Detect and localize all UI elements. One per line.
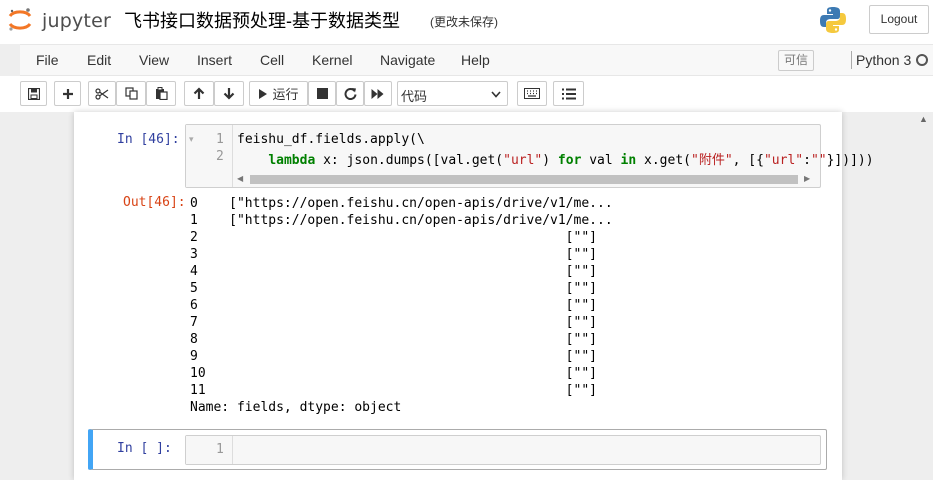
move-up-button[interactable] — [184, 81, 214, 106]
copy-icon — [124, 87, 138, 100]
line-number: 1 — [216, 442, 224, 457]
arrow-up-icon — [193, 87, 205, 99]
output-line: 0 ["https://open.feishu.cn/open-apis/dri… — [190, 196, 613, 211]
save-status: (更改未保存) — [430, 15, 498, 29]
copy-button[interactable] — [116, 81, 146, 106]
keyboard-icon — [524, 88, 540, 99]
output-line: 8 [""] — [190, 332, 597, 347]
python-logo-icon — [818, 5, 848, 35]
run-button[interactable]: 运行 — [249, 81, 308, 106]
trusted-indicator[interactable]: 可信 — [778, 50, 815, 71]
stop-icon — [316, 88, 328, 99]
save-button[interactable] — [20, 81, 47, 106]
logout-button[interactable]: Logout — [869, 5, 929, 34]
input-prompt: In [ ]: — [117, 441, 172, 456]
output-line: 7 [""] — [190, 315, 597, 330]
command-palette-button[interactable] — [517, 81, 547, 106]
toc-button[interactable] — [553, 81, 584, 106]
interrupt-button[interactable] — [308, 81, 336, 106]
list-icon — [561, 88, 576, 99]
output-line: 6 [""] — [190, 298, 597, 313]
chevron-down-icon — [491, 91, 501, 98]
line-number: 2 — [216, 149, 224, 164]
menu-kernel[interactable]: Kernel — [312, 52, 352, 68]
output-line: 10 [""] — [190, 366, 597, 381]
menubar: File Edit View Insert Cell Kernel Naviga… — [20, 44, 933, 76]
horizontal-scrollbar[interactable]: ◀ ▶ — [233, 172, 821, 186]
code-cell-editor[interactable]: ▾ 1 2 feishu_df.fields.apply(\ lambda x:… — [185, 124, 874, 188]
scissors-icon — [95, 87, 109, 100]
output-line: 11 [""] — [190, 383, 597, 398]
line-number: 1 — [216, 132, 224, 147]
restart-button[interactable] — [336, 81, 364, 106]
menu-view[interactable]: View — [139, 52, 169, 68]
jupyter-logo-icon — [8, 8, 32, 31]
scroll-up-arrow-icon[interactable]: ▲ — [919, 114, 928, 124]
cell-type-select[interactable]: 代码 — [397, 81, 508, 106]
restart-icon — [344, 88, 356, 100]
paste-icon — [155, 87, 168, 100]
code-line: feishu_df.fields.apply(\ — [237, 132, 425, 147]
menu-navigate[interactable]: Navigate — [380, 52, 435, 68]
scroll-left-icon[interactable]: ◀ — [237, 174, 243, 183]
insert-cell-button[interactable] — [54, 81, 81, 106]
cut-button[interactable] — [88, 81, 116, 106]
notebook-title[interactable]: 飞书接口数据预处理-基于数据类型 — [124, 7, 400, 33]
jupyter-logo-text: jupyter — [42, 10, 111, 32]
move-down-button[interactable] — [214, 81, 244, 106]
run-button-label: 运行 — [272, 87, 299, 102]
output-prompt: Out[46]: — [123, 195, 186, 210]
scroll-right-icon[interactable]: ▶ — [804, 174, 810, 183]
input-prompt: In [46]: — [117, 132, 180, 147]
jupyter-logo[interactable]: jupyter — [6, 6, 111, 34]
output-line: 2 [""] — [190, 230, 597, 245]
plus-icon — [62, 88, 73, 99]
output-line: 4 [""] — [190, 264, 597, 279]
play-icon — [259, 88, 268, 99]
restart-run-all-button[interactable] — [364, 81, 392, 106]
kernel-idle-icon — [916, 54, 928, 66]
code-line: lambda x: json.dumps([val.get("url") for… — [268, 153, 874, 168]
arrow-down-icon — [223, 88, 235, 100]
output-line: 5 [""] — [190, 281, 597, 296]
kernel-divider — [851, 51, 852, 69]
kernel-name[interactable]: Python 3 — [856, 52, 911, 68]
output-line: 1 ["https://open.feishu.cn/open-apis/dri… — [190, 213, 613, 228]
fast-forward-icon — [371, 88, 384, 99]
line-number-gutter — [186, 436, 233, 464]
menu-help[interactable]: Help — [461, 52, 490, 68]
output-line: 3 [""] — [190, 247, 597, 262]
save-icon — [27, 87, 40, 100]
menu-edit[interactable]: Edit — [87, 52, 111, 68]
menu-file[interactable]: File — [36, 52, 59, 68]
menu-insert[interactable]: Insert — [197, 52, 232, 68]
output-line: Name: fields, dtype: object — [190, 400, 402, 415]
notebook-header: jupyter 飞书接口数据预处理-基于数据类型 (更改未保存) Logout — [0, 0, 933, 44]
menu-cell[interactable]: Cell — [260, 52, 284, 68]
code-cell-editor[interactable]: 1 — [185, 435, 821, 465]
output-line: 9 [""] — [190, 349, 597, 364]
paste-button[interactable] — [146, 81, 176, 106]
fold-marker-icon[interactable]: ▾ — [189, 134, 194, 145]
cell-type-value: 代码 — [401, 89, 428, 104]
scrollbar-thumb[interactable] — [250, 175, 798, 184]
